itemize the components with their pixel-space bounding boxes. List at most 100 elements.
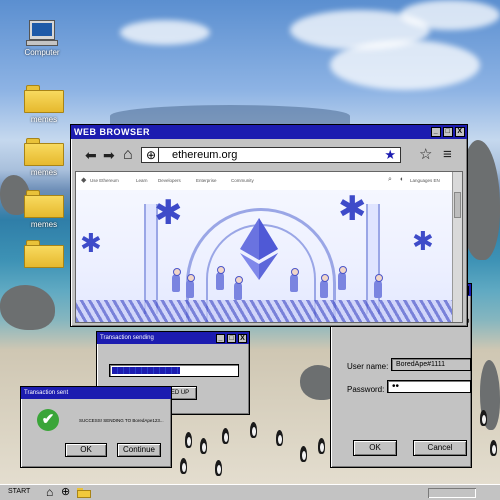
folder-icon [24, 190, 64, 218]
illustration-person [320, 274, 329, 298]
close-button[interactable]: X [455, 127, 465, 137]
penguin [480, 410, 487, 426]
taskbar: START ⌂ ⊕ [0, 484, 500, 500]
minimize-button[interactable]: _ [216, 334, 225, 343]
nav-item-use-ethereum[interactable]: Use Ethereum [90, 178, 119, 183]
folder-icon [24, 138, 64, 166]
globe-icon: ⊕ [146, 148, 157, 162]
continue-button[interactable]: Continue [117, 443, 161, 457]
desktop-icon-folder[interactable] [19, 240, 69, 270]
password-label: Password: [347, 385, 385, 394]
cloud [330, 40, 480, 90]
penguin [200, 438, 207, 454]
url-divider [158, 148, 159, 162]
url-text: ethereum.org [172, 149, 238, 161]
hero-illustration: ✱ ✱ ✱ ✱ [76, 190, 452, 322]
progress-fill [112, 367, 180, 374]
browser-viewport[interactable]: ◆ Use Ethereum Learn Developers Enterpri… [75, 171, 463, 323]
folder-icon [24, 85, 64, 113]
ethereum-logo-icon[interactable]: ◆ [81, 176, 86, 184]
desktop-icon-label: memes [30, 115, 58, 124]
scroll-thumb[interactable] [454, 192, 461, 218]
site-nav: ◆ Use Ethereum Learn Developers Enterpri… [76, 172, 452, 190]
illustration-person [338, 266, 347, 290]
browser-toolbar: ⬅ ➡ ⌂ ⊕ ethereum.org ★ ☆ ≡ [75, 143, 463, 169]
nav-item-developers[interactable]: Developers [158, 178, 181, 183]
progress-bar [109, 364, 239, 377]
palm-tree: ✱ [338, 190, 367, 228]
password-field[interactable]: •• [387, 380, 471, 393]
ok-button[interactable]: OK [353, 440, 397, 456]
desktop-icon-label: Computer [24, 48, 60, 57]
search-icon[interactable]: ⌕ [388, 176, 392, 184]
ok-button[interactable]: OK [65, 443, 107, 457]
desktop-icon-computer[interactable]: Computer [17, 20, 67, 57]
penguin [300, 446, 307, 462]
back-arrow-icon[interactable]: ⬅ [85, 147, 97, 163]
cloud [400, 0, 500, 30]
star-outline-icon[interactable]: ☆ [419, 147, 432, 163]
home-icon[interactable]: ⌂ [46, 485, 53, 500]
checkmark-icon: ✔ [37, 409, 59, 431]
nav-item-community[interactable]: Community [231, 178, 254, 183]
penguin [215, 460, 222, 476]
folder-icon [24, 240, 64, 268]
illustration-person [290, 268, 299, 292]
computer-icon [26, 20, 58, 46]
palm-tree: ✱ [154, 194, 183, 232]
tx-sent-message: SUCCESS! SENDING TO BoredApe123... [79, 418, 164, 423]
menu-icon[interactable]: ≡ [443, 147, 452, 163]
illustration-person [186, 274, 195, 298]
vertical-scrollbar[interactable] [452, 172, 462, 322]
illustration-person [374, 274, 383, 298]
browser-window: WEB BROWSER _ □ X ⬅ ➡ ⌂ ⊕ ethereum.org ★… [70, 124, 468, 327]
start-button[interactable]: START [8, 488, 30, 495]
illustration-person [172, 268, 181, 292]
illustration-person [216, 266, 225, 290]
cancel-button[interactable]: Cancel [413, 440, 467, 456]
desktop-icon-label: memes [30, 220, 58, 229]
tx-sending-title: Transaction sending [100, 335, 154, 341]
palm-tree: ✱ [412, 226, 434, 256]
penguin [180, 458, 187, 474]
forward-arrow-icon[interactable]: ➡ [103, 147, 115, 163]
tx-sent-title: Transaction sent [24, 390, 69, 396]
language-selector[interactable]: Languages EN [410, 178, 440, 183]
penguin [250, 422, 257, 438]
close-button[interactable]: X [238, 334, 247, 343]
username-label: User name: [347, 362, 389, 371]
nav-item-enterprise[interactable]: Enterprise [196, 178, 217, 183]
palm-tree: ✱ [80, 228, 102, 258]
minimize-button[interactable]: _ [431, 127, 441, 137]
tx-sent-dialog: Transaction sent ✔ SUCCESS! SENDING TO B… [20, 386, 172, 468]
maximize-button[interactable]: □ [443, 127, 453, 137]
nav-item-learn[interactable]: Learn [136, 178, 148, 183]
penguin [276, 430, 283, 446]
bookmark-star-icon[interactable]: ★ [384, 148, 396, 162]
penguin [222, 428, 229, 444]
globe-icon[interactable]: ⊕ [61, 485, 70, 500]
cloud [120, 20, 210, 45]
desktop-icon-label: memes [30, 168, 58, 177]
penguin [185, 432, 192, 448]
rock [0, 285, 55, 330]
browser-title: WEB BROWSER [74, 127, 150, 137]
desktop-icon-memes[interactable]: memes [19, 85, 69, 124]
url-bar[interactable]: ⊕ ethereum.org ★ [141, 147, 401, 163]
system-tray [428, 488, 476, 498]
illustration-person [234, 276, 243, 300]
username-field[interactable]: BoredApe#1111 [391, 358, 471, 371]
illustration-foliage [76, 300, 452, 322]
maximize-button[interactable]: □ [227, 334, 236, 343]
folder-icon[interactable] [77, 488, 91, 498]
theme-toggle-icon[interactable]: ◐ [400, 176, 404, 183]
tx-sent-titlebar: Transaction sent [21, 387, 171, 399]
penguin [490, 440, 497, 456]
ethereum-logo-icon [240, 218, 278, 280]
browser-titlebar: WEB BROWSER _ □ X [71, 125, 467, 139]
home-icon[interactable]: ⌂ [123, 147, 133, 163]
tx-sending-titlebar: Transaction sending _ □ X [97, 332, 249, 344]
desktop-icon-memes[interactable]: memes [19, 138, 69, 177]
penguin [318, 438, 325, 454]
desktop-icon-memes[interactable]: memes [19, 190, 69, 229]
